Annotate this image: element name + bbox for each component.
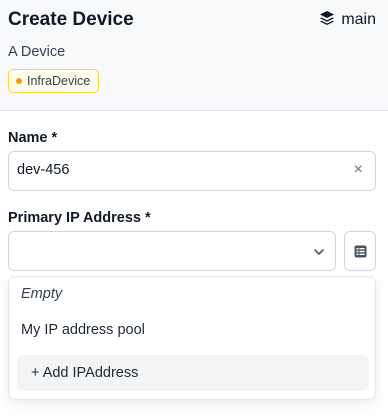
close-icon[interactable]: × xyxy=(354,161,363,179)
name-value[interactable]: dev-456 xyxy=(17,162,69,178)
name-field[interactable]: dev-456 × xyxy=(8,151,376,191)
page-subtitle: A Device xyxy=(8,44,66,60)
page-header: Create Device main A Device InfraDevice xyxy=(0,0,388,111)
pool-select-button[interactable] xyxy=(344,231,376,271)
badge-dot-icon xyxy=(16,78,22,84)
dropdown-empty-label: Empty xyxy=(21,286,63,302)
primary-ip-label: Primary IP Address * xyxy=(8,210,151,226)
primary-ip-select[interactable] xyxy=(8,231,336,271)
add-ipaddress-button[interactable]: + Add IPAddress xyxy=(17,355,369,391)
kind-badge-label: InfraDevice xyxy=(27,74,91,88)
list-icon xyxy=(354,245,366,257)
dropdown-option-pool[interactable]: My IP address pool xyxy=(21,322,145,338)
chevron-down-icon[interactable] xyxy=(313,246,325,258)
branch-name: main xyxy=(341,11,376,28)
kind-badge: InfraDevice xyxy=(8,69,100,93)
primary-ip-dropdown: Empty My IP address pool + Add IPAddress xyxy=(8,276,376,400)
branch-indicator[interactable]: main xyxy=(319,8,376,32)
page-title: Create Device xyxy=(8,9,134,30)
name-label: Name * xyxy=(8,130,58,146)
layers-icon xyxy=(319,8,335,32)
